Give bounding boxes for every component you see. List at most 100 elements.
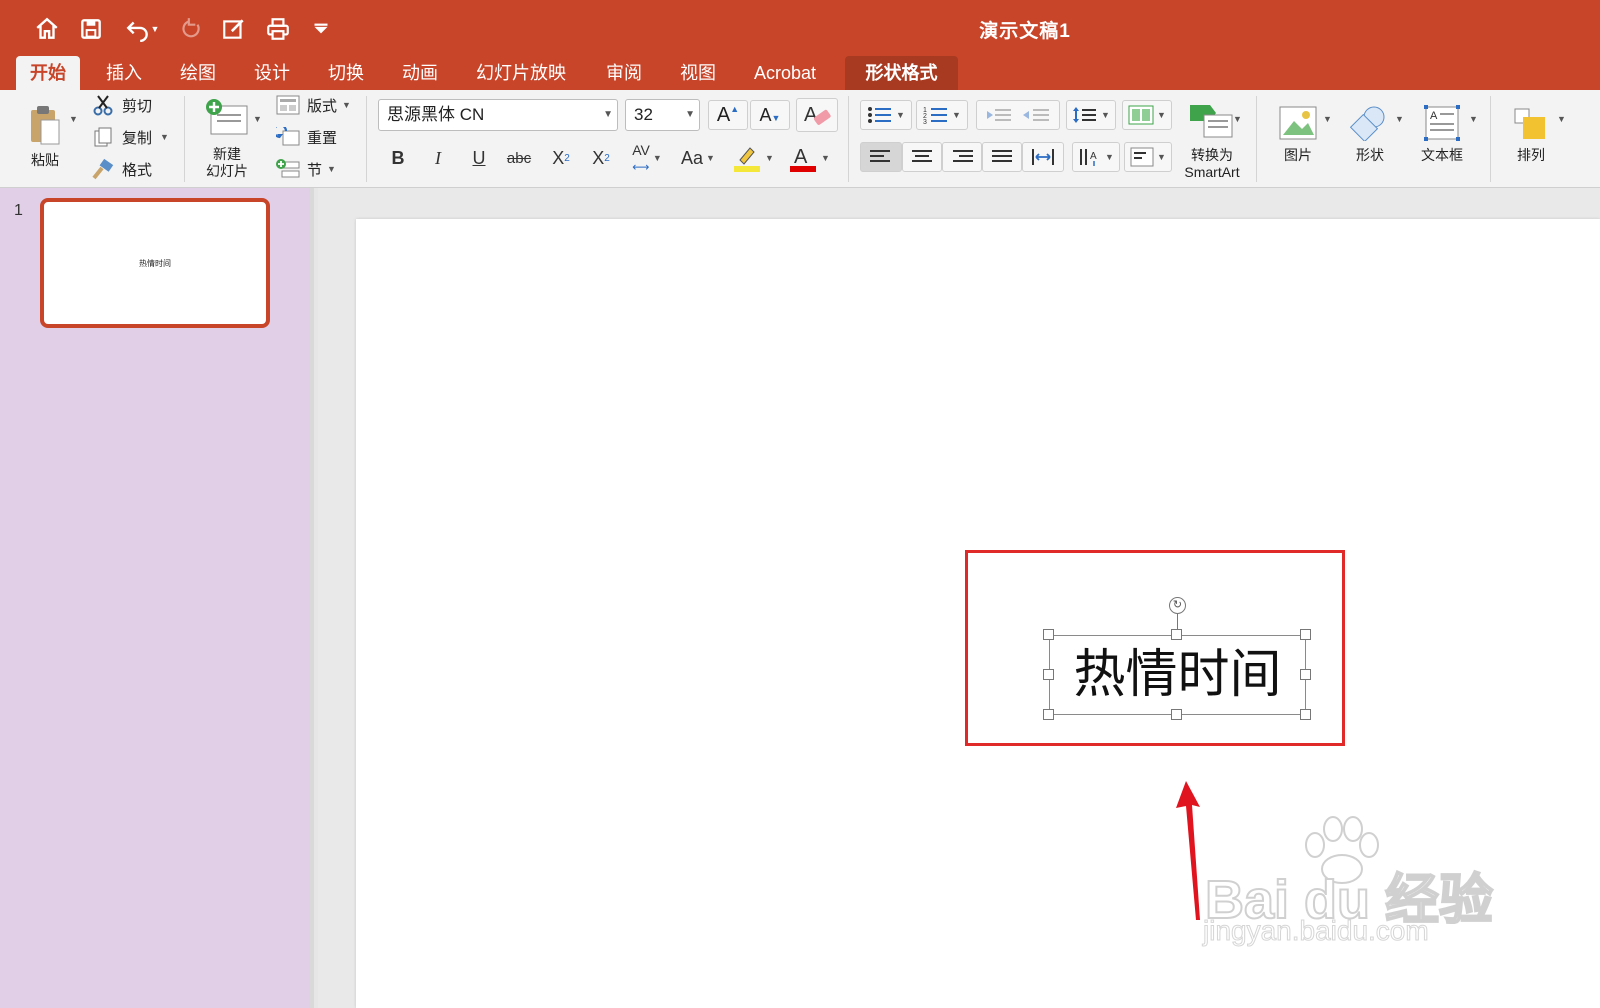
ribbon-divider bbox=[184, 96, 185, 182]
svg-text:3: 3 bbox=[923, 119, 927, 125]
cut-button[interactable]: 剪切 bbox=[92, 94, 152, 116]
rotate-handle[interactable]: ↻ bbox=[1169, 597, 1186, 614]
align-text-button[interactable]: ▼ bbox=[1124, 142, 1172, 172]
bold-button[interactable]: B bbox=[381, 142, 415, 174]
tab-shape-format[interactable]: 形状格式 bbox=[845, 56, 958, 90]
align-left-button[interactable] bbox=[860, 142, 902, 172]
home-icon[interactable] bbox=[32, 14, 62, 44]
copy-button[interactable]: 复制 ▼ bbox=[92, 126, 169, 148]
slide-text[interactable]: 热情时间 bbox=[1050, 636, 1305, 714]
tab-slideshow[interactable]: 幻灯片放映 bbox=[462, 56, 580, 90]
resize-handle-right[interactable] bbox=[1300, 669, 1311, 680]
tab-review[interactable]: 审阅 bbox=[592, 56, 656, 90]
paste-button[interactable]: 粘贴 bbox=[14, 96, 76, 176]
line-spacing-button[interactable]: ▼ bbox=[1066, 100, 1116, 130]
tab-animations[interactable]: 动画 bbox=[388, 56, 452, 90]
svg-text:A: A bbox=[1430, 110, 1438, 122]
arrange-dropdown-icon[interactable]: ▼ bbox=[1557, 114, 1566, 124]
tab-transitions[interactable]: 切换 bbox=[314, 56, 378, 90]
resize-handle-top[interactable] bbox=[1171, 629, 1182, 640]
character-spacing-button[interactable]: AV ⟷ ▼ bbox=[626, 142, 668, 174]
text-direction-icon: A bbox=[1080, 149, 1097, 166]
textbox-dropdown-icon[interactable]: ▼ bbox=[1469, 114, 1478, 124]
decrease-font-button[interactable]: A▼ bbox=[750, 100, 790, 130]
tab-home[interactable]: 开始 bbox=[16, 56, 80, 90]
title-bar: ▼ 演示文稿1 bbox=[0, 0, 1600, 56]
new-slide-icon bbox=[206, 99, 248, 135]
resize-handle-bottom[interactable] bbox=[1171, 709, 1182, 720]
paste-dropdown-icon[interactable]: ▼ bbox=[69, 114, 78, 124]
font-name-value: 思源黑体 CN bbox=[387, 105, 485, 124]
resize-handle-bottom-left[interactable] bbox=[1043, 709, 1054, 720]
font-color-button[interactable]: A ▼ bbox=[784, 142, 834, 174]
change-case-button[interactable]: Aa ▼ bbox=[676, 142, 720, 174]
customize-icon[interactable] bbox=[306, 14, 336, 44]
save-icon[interactable] bbox=[76, 14, 106, 44]
superscript-button[interactable]: X2 bbox=[544, 142, 578, 174]
edit-icon[interactable] bbox=[219, 14, 249, 44]
section-dropdown-icon[interactable]: ▼ bbox=[327, 164, 336, 174]
align-right-icon bbox=[953, 150, 973, 162]
font-size-select[interactable]: 32 ▼ bbox=[625, 99, 700, 131]
arrange-button[interactable]: 排列 bbox=[1500, 98, 1562, 170]
resize-handle-bottom-right[interactable] bbox=[1300, 709, 1311, 720]
new-slide-dropdown-icon[interactable]: ▼ bbox=[253, 114, 262, 124]
align-right-button[interactable] bbox=[942, 142, 982, 172]
subscript-button[interactable]: X2 bbox=[584, 142, 618, 174]
tab-design[interactable]: 设计 bbox=[240, 56, 304, 90]
layout-dropdown-icon[interactable]: ▼ bbox=[342, 100, 351, 110]
picture-button[interactable]: 图片 bbox=[1268, 98, 1328, 170]
justify-button[interactable] bbox=[982, 142, 1022, 172]
highlight-button[interactable]: ▼ bbox=[728, 142, 778, 174]
undo-icon[interactable]: ▼ bbox=[120, 14, 164, 44]
chevron-down-icon: ▼ bbox=[603, 109, 613, 120]
bullets-button[interactable]: ▼ bbox=[860, 100, 912, 130]
section-button[interactable]: 节 ▼ bbox=[276, 158, 336, 180]
print-icon[interactable] bbox=[263, 14, 293, 44]
increase-font-button[interactable]: A▲ bbox=[708, 100, 748, 130]
selected-textbox[interactable]: 热情时间 bbox=[1049, 635, 1306, 715]
ribbon-divider bbox=[1256, 96, 1257, 182]
resize-handle-left[interactable] bbox=[1043, 669, 1054, 680]
slide-thumbnail[interactable]: 热情时间 bbox=[40, 198, 270, 328]
distribute-icon bbox=[1032, 149, 1054, 165]
indent-icon[interactable] bbox=[983, 105, 1053, 125]
resize-handle-top-left[interactable] bbox=[1043, 629, 1054, 640]
svg-text:A: A bbox=[804, 104, 818, 126]
ribbon-divider bbox=[1490, 96, 1491, 182]
reset-button[interactable]: 重置 bbox=[276, 126, 337, 148]
clear-formatting-button[interactable]: A bbox=[796, 98, 838, 132]
columns-button[interactable]: ▼ bbox=[1122, 100, 1172, 130]
copy-dropdown-icon[interactable]: ▼ bbox=[160, 132, 169, 142]
distribute-button[interactable] bbox=[1022, 142, 1064, 172]
watermark-url: jingyan.baidu.com bbox=[1203, 915, 1430, 947]
tab-view[interactable]: 视图 bbox=[666, 56, 730, 90]
align-text-icon bbox=[1130, 147, 1154, 167]
convert-smartart-button[interactable]: 转换为 SmartArt bbox=[1176, 98, 1248, 184]
italic-button[interactable]: I bbox=[421, 142, 455, 174]
font-name-select[interactable]: 思源黑体 CN ▼ bbox=[378, 99, 618, 131]
picture-dropdown-icon[interactable]: ▼ bbox=[1323, 114, 1332, 124]
tab-acrobat[interactable]: Acrobat bbox=[740, 56, 830, 90]
reset-icon bbox=[276, 127, 300, 146]
numbering-button[interactable]: 123 ▼ bbox=[916, 100, 968, 130]
strikethrough-button[interactable]: abc bbox=[502, 142, 536, 174]
convert-dropdown-icon[interactable]: ▼ bbox=[1233, 114, 1242, 124]
brush-icon bbox=[92, 158, 114, 180]
shape-dropdown-icon[interactable]: ▼ bbox=[1395, 114, 1404, 124]
tab-insert[interactable]: 插入 bbox=[92, 56, 156, 90]
format-painter-button[interactable]: 格式 bbox=[92, 158, 152, 180]
underline-button[interactable]: U bbox=[462, 142, 496, 174]
align-center-button[interactable] bbox=[902, 142, 942, 172]
character-spacing-icon: AV ⟷ bbox=[632, 142, 650, 174]
textbox-button[interactable]: A 文本框 bbox=[1410, 98, 1474, 170]
scissors-icon bbox=[93, 95, 113, 116]
text-direction-button[interactable]: A ▼ bbox=[1072, 142, 1120, 172]
shape-button[interactable]: 形状 bbox=[1340, 98, 1400, 170]
resize-handle-top-right[interactable] bbox=[1300, 629, 1311, 640]
tab-draw[interactable]: 绘图 bbox=[166, 56, 230, 90]
layout-button[interactable]: 版式 ▼ bbox=[276, 94, 351, 116]
new-slide-button[interactable]: 新建 幻灯片 bbox=[196, 96, 258, 182]
slide-thumbnail-panel: 1 热情时间 bbox=[0, 188, 314, 1008]
redo-icon[interactable] bbox=[176, 14, 206, 44]
